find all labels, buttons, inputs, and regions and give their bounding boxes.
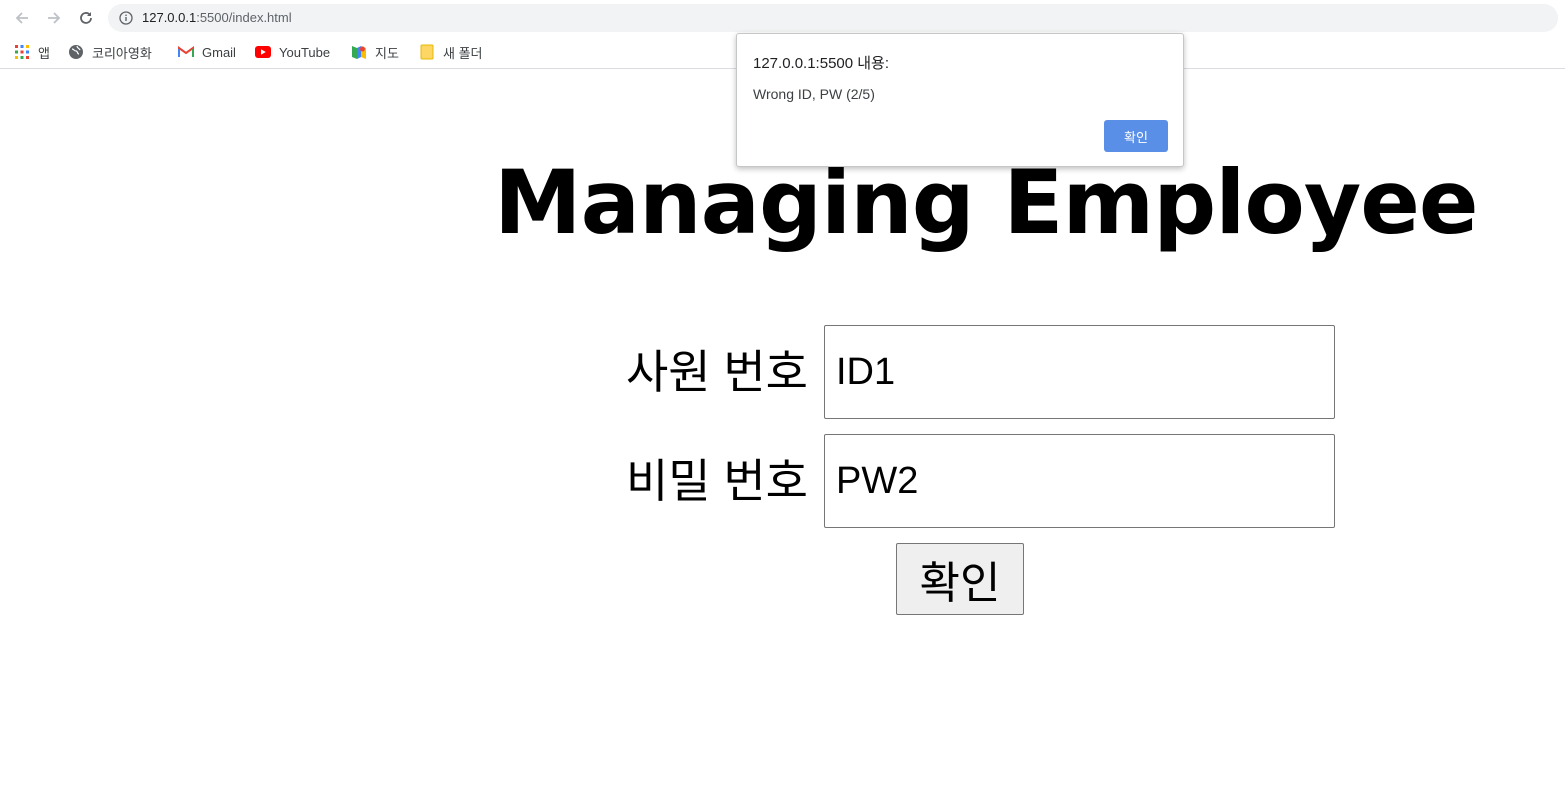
bookmark-label: 새 폴더 xyxy=(443,45,483,61)
forward-button[interactable] xyxy=(42,6,66,30)
bookmark-youtube[interactable]: YouTube xyxy=(255,41,330,63)
youtube-icon xyxy=(255,44,271,60)
bookmark-new-folder[interactable]: 새 폴더 xyxy=(419,41,483,63)
bookmark-korea-movie[interactable]: 코리아영화 xyxy=(68,41,152,63)
employee-id-input[interactable] xyxy=(824,325,1335,419)
globe-icon xyxy=(68,44,84,60)
dialog-message: Wrong ID, PW (2/5) xyxy=(753,86,875,102)
dialog-title: 127.0.0.1:5500 내용: xyxy=(753,55,890,72)
apps-grid-icon xyxy=(14,44,30,60)
employee-id-label: 사원 번호 xyxy=(625,346,808,398)
bookmark-gmail[interactable]: Gmail xyxy=(178,41,236,63)
url-path: :5500/index.html xyxy=(196,10,292,25)
dialog-ok-button[interactable]: 확인 xyxy=(1104,120,1168,152)
password-input[interactable] xyxy=(824,434,1335,528)
bookmark-label: YouTube xyxy=(279,44,331,60)
info-icon[interactable] xyxy=(119,11,133,25)
bookmark-label: Gmail xyxy=(202,44,236,60)
url-text[interactable]: 127.0.0.1:5500/index.html xyxy=(142,10,292,26)
arrow-left-icon xyxy=(15,12,28,24)
maps-icon xyxy=(351,44,367,60)
bookmark-label: 앱 xyxy=(38,45,50,61)
arrow-right-icon xyxy=(48,12,61,24)
bookmark-label: 코리아영화 xyxy=(92,45,152,61)
bookmark-label: 지도 xyxy=(375,45,399,61)
bookmark-apps[interactable]: 앱 xyxy=(14,41,50,63)
confirm-button[interactable]: 확인 xyxy=(896,543,1024,615)
reload-button[interactable] xyxy=(74,6,98,30)
reload-icon xyxy=(80,12,92,24)
url-host: 127.0.0.1 xyxy=(142,10,197,25)
folder-icon xyxy=(419,44,435,60)
password-label: 비밀 번호 xyxy=(625,455,808,507)
browser-toolbar: 127.0.0.1:5500/index.html xyxy=(0,0,1565,36)
back-button[interactable] xyxy=(10,6,34,30)
gmail-icon xyxy=(178,44,194,60)
bookmark-maps[interactable]: 지도 xyxy=(351,41,399,63)
alert-dialog: 127.0.0.1:5500 내용: Wrong ID, PW (2/5) 확인 xyxy=(736,33,1184,167)
address-bar[interactable]: 127.0.0.1:5500/index.html xyxy=(108,4,1558,32)
